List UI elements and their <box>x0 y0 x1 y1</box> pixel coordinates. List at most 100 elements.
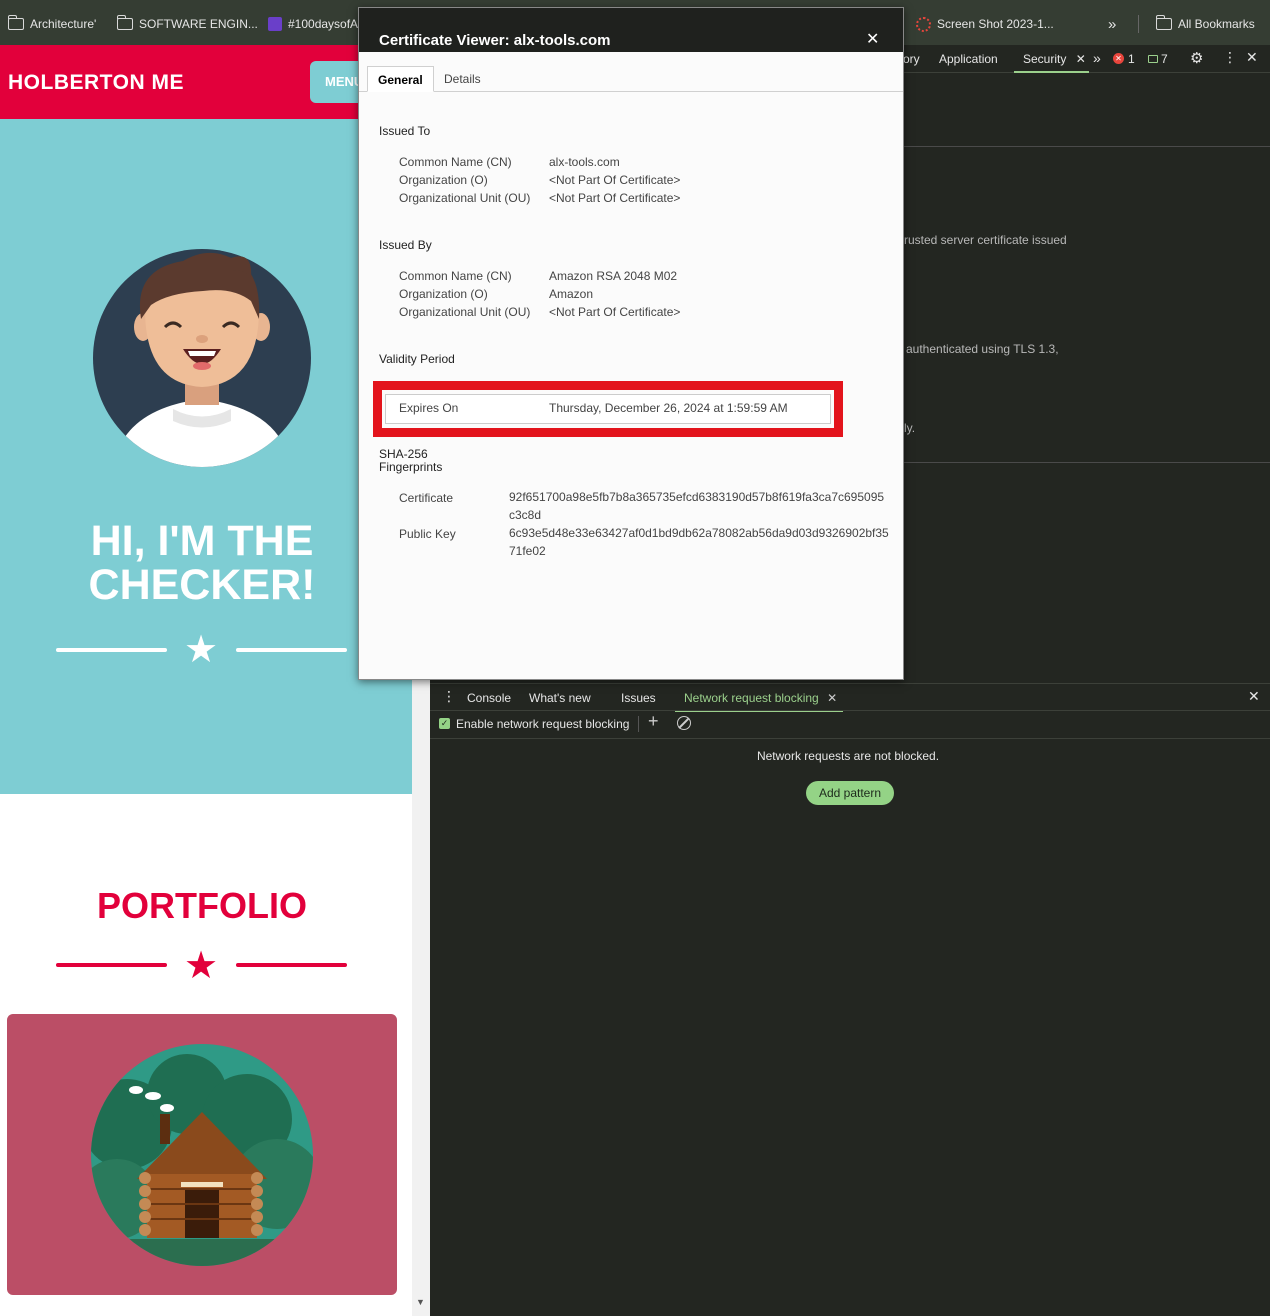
message-count[interactable]: 7 <box>1161 52 1168 66</box>
not-blocked-message: Network requests are not blocked. <box>756 749 940 763</box>
drawer-tab-issues[interactable]: Issues <box>621 691 656 705</box>
tab-security-label: Security <box>1023 52 1067 66</box>
expires-label: Expires On <box>399 401 459 415</box>
bookmark-100days[interactable]: #100daysofA <box>268 15 358 33</box>
folder-icon <box>116 15 133 30</box>
fingerprint-public-key-label: Public Key <box>399 527 456 541</box>
scroll-down-arrow-icon[interactable]: ▼ <box>416 1297 425 1307</box>
close-tab-icon[interactable]: ✕ <box>1076 52 1086 66</box>
all-bookmarks-label: All Bookmarks <box>1178 17 1255 31</box>
avatar-illustration <box>93 249 311 467</box>
validity-heading: Validity Period <box>379 352 455 366</box>
expires-value: Thursday, December 26, 2024 at 1:59:59 A… <box>549 401 788 415</box>
drawer-tab-console[interactable]: Console <box>467 691 511 705</box>
error-icon: ✕ <box>1113 53 1124 64</box>
dialog-tabs: General Details <box>359 52 903 92</box>
drawer-tab-label: Network request blocking <box>684 691 819 705</box>
portfolio-title: PORTFOLIO <box>97 885 307 926</box>
tab-application[interactable]: Application <box>939 52 998 66</box>
more-tabs-button[interactable]: » <box>1093 50 1101 66</box>
add-pattern-plus-icon[interactable]: + <box>648 711 659 732</box>
drawer-menu-icon[interactable]: ⋮ <box>442 688 456 705</box>
clear-patterns-icon[interactable] <box>677 716 691 730</box>
hero-title-line2: CHECKER! <box>88 561 316 609</box>
folder-icon <box>1155 15 1172 30</box>
security-divider <box>902 462 1270 463</box>
bookmark-screenshot[interactable]: Screen Shot 2023-1... <box>916 15 1054 33</box>
portfolio-divider-right <box>236 963 347 967</box>
issued-by-o-label: Organization (O) <box>399 287 488 301</box>
fingerprint-public-key-value: 6c93e5d48e33e63427af0d1bd9db62a78082ab56… <box>509 526 889 558</box>
certificate-viewer-dialog: Certificate Viewer: alx-tools.com ✕ Gene… <box>358 7 904 680</box>
close-tab-icon[interactable]: ✕ <box>827 691 837 705</box>
folder-icon <box>7 15 24 30</box>
add-pattern-button[interactable]: Add pattern <box>806 781 894 805</box>
settings-gear-icon[interactable]: ⚙ <box>1190 49 1203 67</box>
security-divider <box>902 146 1270 147</box>
bookmark-label: #100daysofA <box>288 17 359 31</box>
hero-title: HI, I'M THE CHECKER! <box>0 519 404 607</box>
tab-partial[interactable]: ory <box>903 52 920 66</box>
divider-line-left <box>56 648 167 652</box>
screenshot-icon <box>916 16 931 32</box>
drawer-toolbar-divider <box>430 738 1270 739</box>
drawer-tab-whats-new[interactable]: What's new <box>529 691 591 705</box>
tab-general[interactable]: General <box>367 66 434 92</box>
list-icon <box>268 17 282 31</box>
close-drawer-icon[interactable]: ✕ <box>1248 688 1260 705</box>
bookmark-architecture[interactable]: Architecture' <box>7 15 97 33</box>
portfolio-divider-left <box>56 963 167 967</box>
issued-by-o-value: Amazon <box>549 287 594 301</box>
cabin-illustration <box>91 1044 313 1266</box>
hero-title-line1: HI, I'M THE <box>90 517 314 565</box>
error-count[interactable]: 1 <box>1128 52 1135 66</box>
bookmark-label: Screen Shot 2023-1... <box>937 17 1054 31</box>
bookmark-software-engineering[interactable]: SOFTWARE ENGIN... <box>116 15 258 33</box>
fingerprints-heading-line2: Fingerprints <box>379 460 443 474</box>
issued-by-ou-label: Organizational Unit (OU) <box>399 305 531 319</box>
tab-security[interactable]: Security ✕ <box>1014 52 1089 73</box>
issued-by-heading: Issued By <box>379 238 432 252</box>
hero-section: HI, I'M THE CHECKER! ★ <box>0 119 412 794</box>
star-icon: ★ <box>184 629 219 671</box>
divider-line-right <box>236 648 347 652</box>
more-options-icon[interactable]: ⋮ <box>1223 49 1237 66</box>
bookmarks-overflow-button[interactable]: » <box>1108 15 1116 33</box>
web-page: HOLBERTON ME MENU HI, I'M THE CHECKER! ★… <box>0 45 412 1316</box>
issued-to-o-value: <Not Part Of Certificate> <box>549 173 681 187</box>
drawer-tab-network-request-blocking[interactable]: Network request blocking ✕ <box>675 691 843 712</box>
drawer-divider <box>430 710 1270 711</box>
tab-details[interactable]: Details <box>434 66 491 92</box>
fingerprint-certificate-value: 92f651700a98e5fb7b8a365735efcd6383190d57… <box>509 490 885 522</box>
message-icon <box>1148 55 1158 63</box>
issued-by-cn-label: Common Name (CN) <box>399 269 512 283</box>
fingerprint-certificate-label: Certificate <box>399 491 454 505</box>
bookmark-label: SOFTWARE ENGIN... <box>139 17 258 31</box>
security-cert-text: rusted server certificate issued <box>904 233 1067 247</box>
bookmarks-divider <box>1138 15 1139 33</box>
issued-to-ou-value: <Not Part Of Certificate> <box>549 191 681 205</box>
bookmark-label: Architecture' <box>30 17 97 31</box>
enable-blocking-label: Enable network request blocking <box>456 717 630 731</box>
issued-to-ou-label: Organizational Unit (OU) <box>399 191 531 205</box>
devtools-drawer: ⋮ Console What's new Issues Network requ… <box>430 683 1270 1316</box>
issued-by-cn-value: Amazon RSA 2048 M02 <box>549 269 678 283</box>
security-tls-text: authenticated using TLS 1.3, <box>906 342 1059 356</box>
portfolio-card[interactable] <box>7 1014 397 1295</box>
all-bookmarks-button[interactable]: All Bookmarks <box>1155 15 1255 33</box>
fingerprints-heading: SHA-256 Fingerprints <box>379 448 442 474</box>
close-icon[interactable]: ✕ <box>866 29 879 49</box>
site-navbar: HOLBERTON ME MENU <box>0 45 412 119</box>
issued-to-o-label: Organization (O) <box>399 173 488 187</box>
enable-blocking-checkbox[interactable]: ✓ <box>439 718 450 729</box>
issued-to-cn-label: Common Name (CN) <box>399 155 512 169</box>
dialog-title: Certificate Viewer: alx-tools.com <box>379 32 611 49</box>
issued-by-ou-value: <Not Part Of Certificate> <box>549 305 681 319</box>
dialog-header: Certificate Viewer: alx-tools.com ✕ <box>359 8 903 52</box>
issued-to-heading: Issued To <box>379 124 431 138</box>
site-brand[interactable]: HOLBERTON ME <box>8 71 184 95</box>
toolbar-divider <box>638 716 639 732</box>
issued-to-cn-value: alx-tools.com <box>549 155 620 169</box>
security-extra-text: ly. <box>904 421 916 435</box>
close-devtools-icon[interactable]: ✕ <box>1246 49 1258 66</box>
